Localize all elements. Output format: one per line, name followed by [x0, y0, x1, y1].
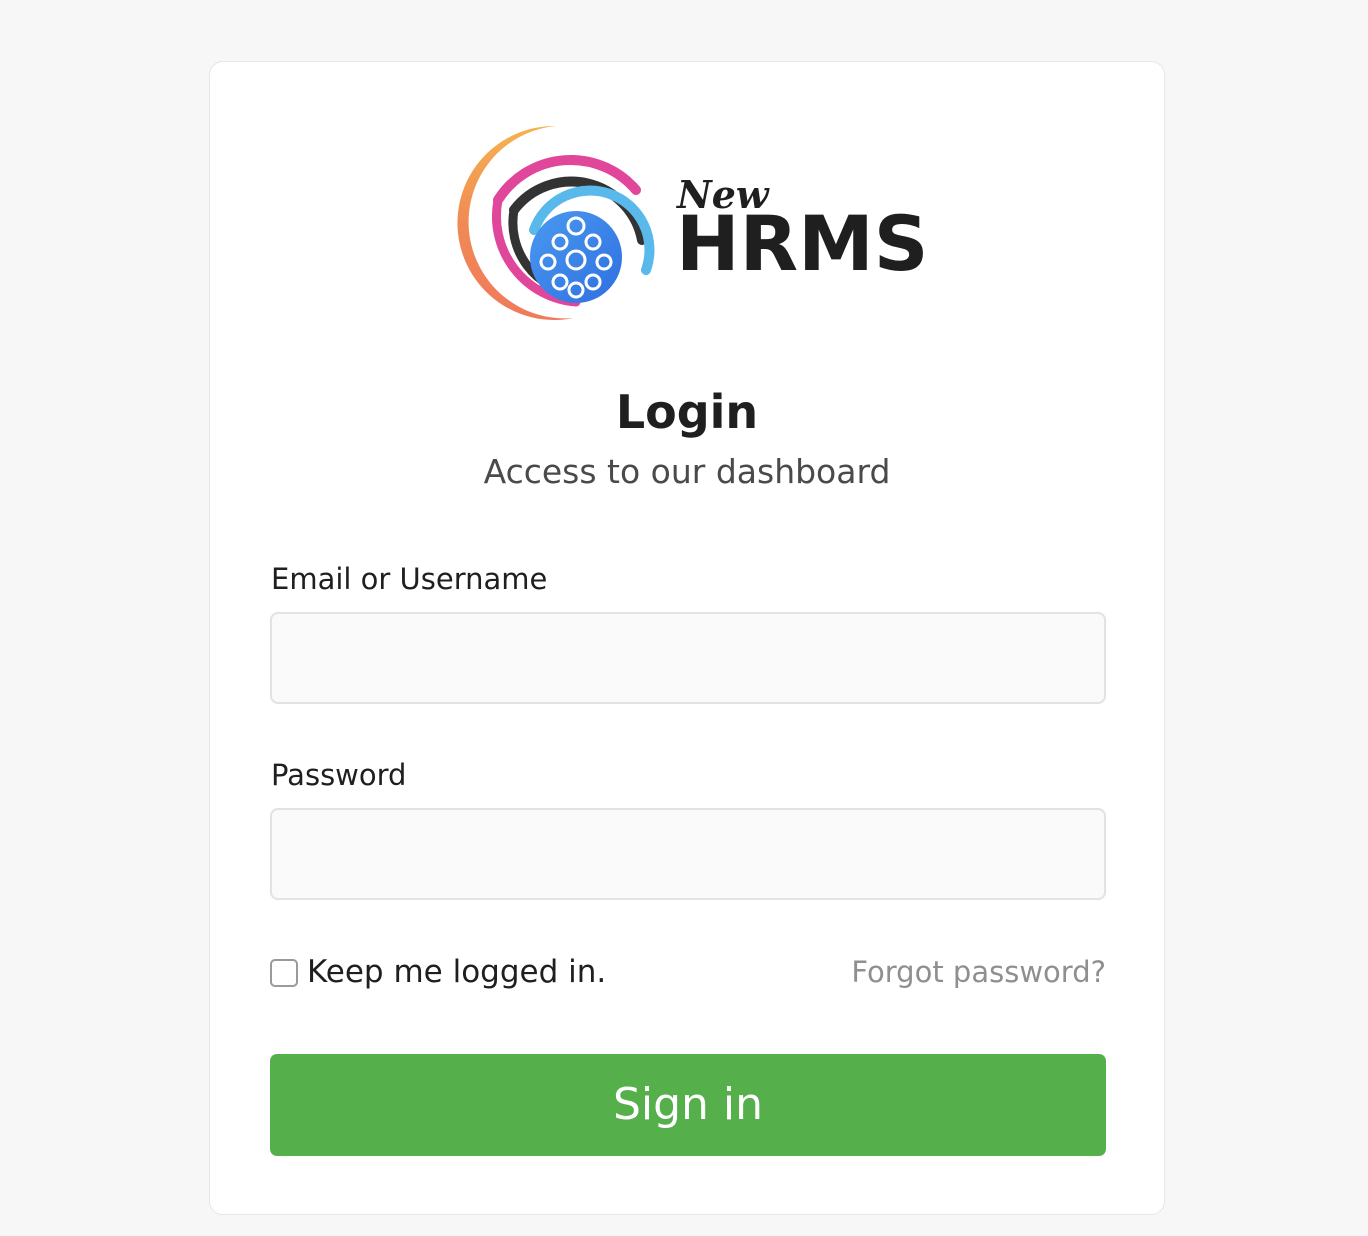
- forgot-password-link[interactable]: Forgot password?: [851, 948, 1106, 996]
- remember-checkbox[interactable]: [270, 959, 298, 987]
- password-label: Password: [271, 758, 407, 792]
- email-label: Email or Username: [271, 562, 548, 596]
- remember-label[interactable]: Keep me logged in.: [307, 948, 606, 996]
- login-card: HRMS New Login Access to our dashboard E…: [209, 61, 1165, 1215]
- sign-in-button[interactable]: Sign in: [270, 1054, 1106, 1156]
- email-input[interactable]: [270, 612, 1106, 704]
- remember-row: Keep me logged in. Forgot password?: [270, 948, 1106, 996]
- password-input[interactable]: [270, 808, 1106, 900]
- brand-logo: HRMS New: [456, 120, 926, 330]
- page-subtitle: Access to our dashboard: [483, 452, 891, 491]
- page-title: Login: [615, 385, 759, 439]
- brand-logo-small-text: New: [676, 172, 770, 217]
- brand-logo-mark: HRMS New: [457, 125, 926, 320]
